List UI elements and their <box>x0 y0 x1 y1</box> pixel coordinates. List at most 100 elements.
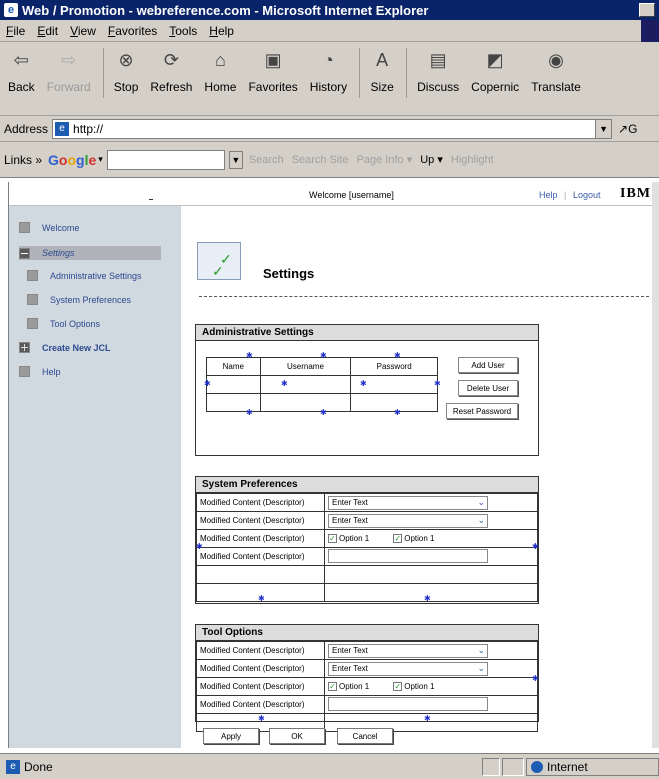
google-search-dropdown[interactable]: ▼ <box>228 150 243 169</box>
chevron-down-icon: ⌄ <box>477 515 485 525</box>
settings-checklist-icon: ✓ ✓ <box>197 242 241 280</box>
logout-link[interactable]: Logout <box>573 190 601 200</box>
refresh-icon: ⟳ <box>163 49 179 70</box>
sidebar-item-system-preferences[interactable]: System Preferences <box>27 294 131 305</box>
copernic-button[interactable]: ◩ Copernic <box>471 48 519 95</box>
option-checkbox[interactable]: ✓ Option 1 <box>328 534 369 543</box>
nav-square-icon <box>27 270 38 281</box>
option-checkbox[interactable]: ✓ Option 1 <box>328 682 369 691</box>
toolbar-separator <box>406 48 408 98</box>
google-menu-arrow-icon[interactable]: ▾ <box>98 154 103 165</box>
form-row: Modified Content (Descriptor) ✓ Option 1 ✓ O… <box>196 529 538 548</box>
history-button[interactable]: ◔ History <box>310 48 347 95</box>
menu-help[interactable]: Help <box>209 24 234 38</box>
forward-button[interactable]: ⇨ Forward <box>47 48 91 95</box>
field-control-cell: Enter Text ⌄ <box>324 641 538 660</box>
toolbar-separator <box>102 48 104 98</box>
select-value: Enter Text <box>332 664 368 673</box>
status-panel <box>502 758 524 776</box>
option-label: Option 1 <box>404 682 435 691</box>
discuss-button[interactable]: ▤ Discuss <box>417 48 459 95</box>
google-highlight-button[interactable]: Highlight <box>451 154 494 166</box>
page-status-icon: e <box>6 759 20 774</box>
ok-button[interactable]: OK <box>269 728 325 744</box>
nav-square-icon <box>27 318 38 329</box>
stop-button[interactable]: ⊗ Stop <box>113 48 139 95</box>
delete-user-button[interactable]: Delete User <box>458 380 518 396</box>
sidebar-item-settings[interactable]: Settings <box>19 246 161 260</box>
ie-logo-icon: e <box>4 3 18 17</box>
google-search-button[interactable]: Search <box>249 154 284 166</box>
windows-logo-icon <box>641 20 659 42</box>
menu-file[interactable]: File <box>6 24 25 38</box>
reset-password-button[interactable]: Reset Password <box>446 403 518 419</box>
enter-text-select[interactable]: Enter Text ⌄ <box>328 661 488 676</box>
menu-edit[interactable]: Edit <box>37 24 58 38</box>
window-minimize-button[interactable] <box>639 3 655 17</box>
refresh-button[interactable]: ⟳ Refresh <box>150 48 193 95</box>
enter-text-select[interactable]: Enter Text ⌄ <box>328 643 488 658</box>
form-row: Modified Content (Descriptor) Enter Text ⌄ <box>196 511 538 530</box>
address-dropdown-button[interactable]: ▼ <box>595 119 612 138</box>
sidebar-item-administrative-settings[interactable]: Administrative Settings <box>27 270 142 281</box>
apply-button[interactable]: Apply <box>203 728 259 744</box>
window-title: Web / Promotion - webreference.com - Mic… <box>22 2 429 18</box>
option-checkbox[interactable]: ✓ Option 1 <box>393 534 435 543</box>
menu-view[interactable]: View <box>70 24 96 38</box>
sidebar-item-help[interactable]: Help <box>19 366 61 377</box>
app-header: Welcome [username] Help | Logout IBM <box>9 182 653 206</box>
cancel-button[interactable]: Cancel <box>337 728 393 744</box>
translate-button[interactable]: ◉ Translate <box>531 48 581 95</box>
sidebar-item-welcome[interactable]: Welcome <box>19 222 79 233</box>
text-input[interactable] <box>328 548 488 563</box>
google-page-info-button[interactable]: Page Info ▾ <box>357 153 413 166</box>
google-search-input[interactable] <box>106 149 225 170</box>
address-input[interactable]: e http:// ▼ <box>52 118 613 139</box>
home-button[interactable]: ⌂ Home <box>204 48 236 95</box>
sidebar-item-label: Administrative Settings <box>50 270 142 281</box>
go-button[interactable]: ↗G <box>618 122 637 136</box>
menu-favorites[interactable]: Favorites <box>108 24 157 38</box>
settings-content: ✓ ✓ Settings Administrative Settings Nam… <box>181 206 653 748</box>
table-row[interactable] <box>206 375 438 394</box>
toolbar-separator <box>359 48 361 98</box>
back-button[interactable]: ⇦ Back <box>8 48 35 95</box>
sidebar-item-create-new-jcl[interactable]: Create New JCL <box>19 342 111 353</box>
google-logo[interactable]: Google <box>48 152 96 168</box>
help-link[interactable]: Help <box>539 190 558 200</box>
guide-marker: ✱ <box>204 379 211 388</box>
form-row: Modified Content (Descriptor) Enter Text ⌄ <box>196 641 538 660</box>
google-search-site-button[interactable]: Search Site <box>292 154 349 166</box>
enter-text-select[interactable]: Enter Text ⌄ <box>328 495 488 510</box>
guide-marker: ✱ <box>424 714 431 723</box>
favorites-button[interactable]: ▣ Favorites <box>248 48 297 95</box>
field-label: Modified Content (Descriptor) <box>196 529 325 548</box>
refresh-label: Refresh <box>150 80 193 94</box>
size-button[interactable]: A Size <box>370 48 394 95</box>
google-up-button[interactable]: Up ▾ <box>420 153 443 166</box>
add-user-button[interactable]: Add User <box>458 357 518 373</box>
option-checkbox[interactable]: ✓ Option 1 <box>393 682 435 691</box>
sidebar-item-label: Settings <box>42 248 75 258</box>
tool-options-title: Tool Options <box>196 625 538 641</box>
empty-row <box>196 565 538 584</box>
guide-marker: ✱ <box>196 542 203 551</box>
system-preferences-title: System Preferences <box>196 477 538 493</box>
stop-label: Stop <box>113 80 139 94</box>
select-value: Enter Text <box>332 498 368 507</box>
sidebar-item-tool-options[interactable]: Tool Options <box>27 318 100 329</box>
sidebar-item-label: Help <box>42 366 61 377</box>
column-username: Username <box>259 357 352 376</box>
text-input[interactable] <box>328 696 488 711</box>
guide-marker: ✱ <box>394 351 401 360</box>
select-value: Enter Text <box>332 516 368 525</box>
enter-text-select[interactable]: Enter Text ⌄ <box>328 513 488 528</box>
menu-tools[interactable]: Tools <box>169 24 197 38</box>
security-zone: Internet <box>526 758 659 776</box>
internet-globe-icon <box>531 761 543 773</box>
links-label[interactable]: Links » <box>4 153 42 167</box>
users-table: Name Username Password <box>206 357 438 412</box>
guide-marker: ✱ <box>320 351 327 360</box>
vertical-scrollbar[interactable] <box>652 182 659 748</box>
system-preferences-panel: System Preferences Modified Content (Des… <box>195 476 539 604</box>
